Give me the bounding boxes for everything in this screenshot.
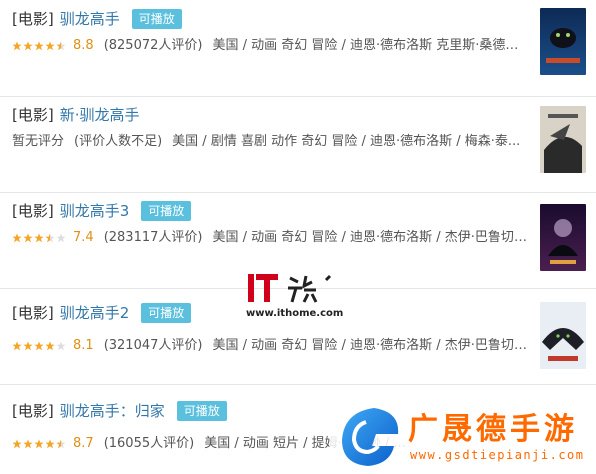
- star-icon: [23, 439, 33, 449]
- rating-score: 8.8: [73, 38, 94, 53]
- rating-stars: [12, 41, 67, 51]
- star-icon: [34, 439, 44, 449]
- star-icon: [12, 341, 22, 351]
- playable-badge[interactable]: 可播放: [176, 401, 227, 421]
- gsd-domain: www.gsdtiepianji.com: [410, 448, 585, 462]
- search-result-item: [电影] 新·驯龙高手 暂无评分 (评价人数不足) 美国 / 剧情 喜剧 动作 …: [0, 96, 596, 193]
- result-title-link[interactable]: 驯龙高手: [60, 8, 120, 30]
- result-title-link[interactable]: 驯龙高手3: [60, 200, 130, 222]
- rating-score: 8.1: [73, 338, 94, 353]
- result-meta-row: 暂无评分 (评价人数不足) 美国 / 剧情 喜剧 动作 奇幻 冒险 / 迪恩·德…: [12, 132, 527, 152]
- star-icon: [23, 233, 33, 243]
- star-icon: [45, 233, 55, 243]
- movie-poster[interactable]: [540, 106, 586, 173]
- star-icon: [45, 341, 55, 351]
- ithome-url: www.ithome.com: [246, 308, 344, 319]
- playable-badge[interactable]: 可播放: [141, 201, 192, 221]
- rating-count: (825072人评价): [103, 38, 203, 53]
- rating-score: 8.7: [73, 436, 94, 451]
- result-title-row: [电影] 驯龙高手3 可播放: [12, 200, 192, 222]
- star-icon: [12, 41, 22, 51]
- result-title-link[interactable]: 驯龙高手：归家: [60, 400, 165, 422]
- result-type-tag: [电影]: [12, 304, 54, 322]
- gsd-logo-icon: [342, 408, 399, 466]
- star-icon: [56, 439, 66, 449]
- star-icon: [45, 41, 55, 51]
- result-title-link[interactable]: 驯龙高手2: [60, 302, 130, 324]
- result-details: 美国 / 动画 奇幻 冒险 / 迪恩·德布洛斯 克里斯·桑德斯 / ...: [212, 38, 527, 53]
- result-details: 美国 / 动画 奇幻 冒险 / 迪恩·德布洛斯 / 杰伊·巴鲁切尔 / ...: [212, 338, 527, 353]
- result-details: 美国 / 剧情 喜剧 动作 奇幻 冒险 / 迪恩·德布洛斯 / 梅森·泰...: [172, 134, 521, 149]
- star-icon: [12, 439, 22, 449]
- rating-count: (283117人评价): [103, 230, 203, 245]
- rating-stars: [12, 439, 67, 449]
- result-meta-row: 8.8 (825072人评价) 美国 / 动画 奇幻 冒险 / 迪恩·德布洛斯 …: [12, 36, 527, 56]
- result-type-tag: [电影]: [12, 10, 54, 28]
- rating-count: (16055人评价): [103, 436, 195, 451]
- result-meta-row: 8.1 (321047人评价) 美国 / 动画 奇幻 冒险 / 迪恩·德布洛斯 …: [12, 336, 527, 356]
- result-details: 美国 / 动画 奇幻 冒险 / 迪恩·德布洛斯 / 杰伊·巴鲁切尔 / ...: [212, 230, 527, 245]
- no-rating-label: 暂无评分: [12, 134, 65, 149]
- result-title-link[interactable]: 新·驯龙高手: [60, 104, 140, 126]
- result-title-row: [电影] 驯龙高手2 可播放: [12, 302, 192, 324]
- gsd-brand-name: 广晟德手游: [408, 412, 578, 447]
- star-icon: [56, 341, 66, 351]
- result-type-tag: [电影]: [12, 106, 54, 124]
- ithome-logo-icon: [248, 274, 332, 303]
- star-icon: [12, 233, 22, 243]
- star-icon: [56, 233, 66, 243]
- star-icon: [34, 41, 44, 51]
- ithome-watermark: www.ithome.com: [246, 272, 344, 324]
- result-title-row: [电影] 驯龙高手：归家 可播放: [12, 400, 227, 422]
- movie-poster[interactable]: [540, 302, 586, 369]
- playable-badge[interactable]: 可播放: [141, 303, 192, 323]
- rating-stars: [12, 341, 67, 351]
- star-icon: [34, 233, 44, 243]
- movie-poster[interactable]: [540, 204, 586, 271]
- result-type-tag: [电影]: [12, 402, 54, 420]
- search-result-item: [电影] 驯龙高手 可播放 8.8 (825072人评价) 美国 / 动画 奇幻…: [0, 0, 596, 97]
- star-icon: [34, 341, 44, 351]
- result-type-tag: [电影]: [12, 202, 54, 220]
- playable-badge[interactable]: 可播放: [131, 9, 182, 29]
- rating-count: (评价人数不足): [74, 134, 163, 149]
- result-title-row: [电影] 新·驯龙高手: [12, 104, 140, 126]
- rating-count: (321047人评价): [103, 338, 203, 353]
- star-icon: [23, 41, 33, 51]
- movie-poster[interactable]: [540, 8, 586, 75]
- result-title-row: [电影] 驯龙高手 可播放: [12, 8, 182, 30]
- rating-score: 7.4: [73, 230, 94, 245]
- star-icon: [45, 439, 55, 449]
- gsd-watermark: 广晟德手游 www.gsdtiepianji.com: [330, 398, 596, 474]
- star-icon: [56, 41, 66, 51]
- star-icon: [23, 341, 33, 351]
- rating-stars: [12, 233, 67, 243]
- result-meta-row: 7.4 (283117人评价) 美国 / 动画 奇幻 冒险 / 迪恩·德布洛斯 …: [12, 228, 527, 248]
